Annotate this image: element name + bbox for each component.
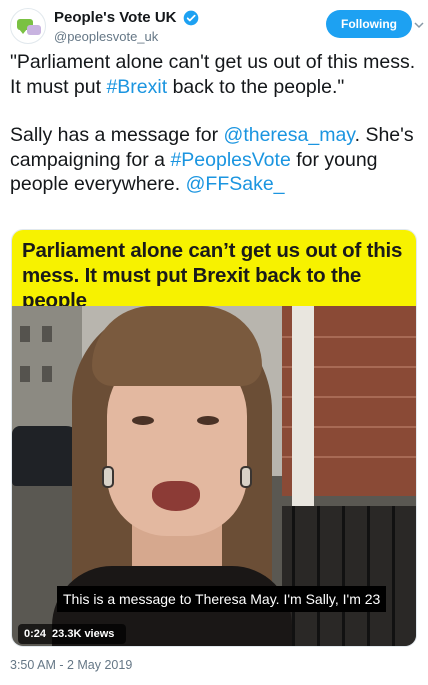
handle[interactable]: @peoplesvote_uk	[54, 28, 199, 45]
banner-text: Parliament alone can’t get us out of thi…	[22, 239, 403, 312]
hashtag-brexit-link[interactable]: #Brexit	[106, 76, 167, 98]
tweet-timestamp[interactable]: 3:50 AM - 2 May 2019	[10, 658, 132, 672]
text-segment: back to the people."	[167, 75, 345, 98]
person-fringe	[92, 306, 262, 386]
hashtag-peoplesvote-link[interactable]: #PeoplesVote	[170, 149, 290, 171]
tweet-paragraph-2: Sally has a message for @theresa_may. Sh…	[10, 123, 420, 197]
person-eye	[132, 416, 154, 425]
logo-bubble-tail	[19, 29, 27, 34]
display-name[interactable]: People's Vote UK	[54, 9, 176, 27]
avatar[interactable]	[10, 8, 46, 44]
earring	[102, 466, 114, 488]
logo-bubble-purple	[27, 25, 41, 35]
video-media[interactable]: Parliament alone can’t get us out of thi…	[11, 229, 417, 647]
text-segment: Sally has a message for	[10, 124, 224, 146]
verified-badge-icon	[183, 10, 199, 26]
video-views: 23.3K views	[52, 628, 115, 640]
person-mouth	[152, 481, 200, 511]
video-frame[interactable]: This is a message to Theresa May. I'm Sa…	[12, 306, 416, 646]
iron-railing	[282, 506, 416, 646]
tweet-header: People's Vote UK @peoplesvote_uk Followi…	[10, 8, 424, 45]
mention-theresa-may-link[interactable]: @theresa_may	[224, 124, 355, 146]
chevron-down-icon[interactable]	[414, 20, 424, 30]
video-stats-badge: 0:24 23.3K views	[18, 624, 127, 644]
person-eye	[197, 416, 219, 425]
video-subtitle: This is a message to Theresa May. I'm Sa…	[57, 586, 387, 612]
author-block: People's Vote UK @peoplesvote_uk	[54, 9, 199, 45]
earring	[240, 466, 252, 488]
door-frame	[292, 306, 314, 506]
tweet-text: "Parliament alone can't get us out of th…	[10, 50, 420, 221]
tweet-paragraph-1: "Parliament alone can't get us out of th…	[10, 50, 420, 99]
video-banner: Parliament alone can’t get us out of thi…	[12, 230, 416, 312]
video-duration: 0:24	[24, 628, 47, 640]
mention-ffsake-link[interactable]: @FFSake_	[186, 173, 285, 195]
following-button[interactable]: Following	[326, 10, 412, 38]
